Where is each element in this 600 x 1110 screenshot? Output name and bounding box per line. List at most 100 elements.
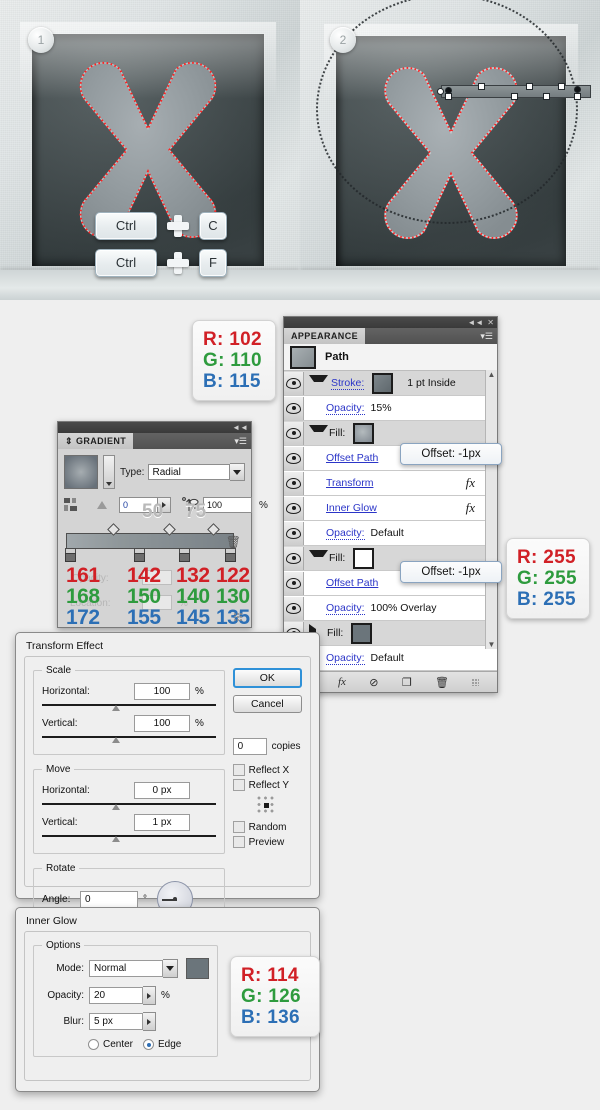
- chevron-down-icon-stroke[interactable]: [309, 375, 328, 391]
- edge-radio[interactable]: Edge: [143, 1039, 181, 1050]
- appearance-row-stroke-opacity[interactable]: Opacity: 15%: [284, 396, 497, 421]
- inner-glow-label[interactable]: Inner Glow: [326, 502, 377, 514]
- delete-item-trash-icon[interactable]: 🗑: [435, 676, 449, 689]
- stroke-color-swatch[interactable]: [372, 372, 394, 394]
- scroll-up-icon[interactable]: ▲: [488, 370, 496, 379]
- appearance-resize-grip[interactable]: [472, 678, 480, 686]
- appearance-titlebar[interactable]: ◄◄ ✕: [284, 317, 497, 328]
- gradient-ramp[interactable]: [66, 533, 234, 549]
- gradient-angle-value[interactable]: 0: [119, 497, 158, 513]
- mode-select[interactable]: Normal: [89, 960, 163, 977]
- gradient-type-value[interactable]: Radial: [148, 464, 230, 480]
- key-f[interactable]: F: [199, 249, 227, 277]
- scale-vertical-slider[interactable]: [42, 734, 216, 744]
- gradient-panel-titlebar[interactable]: ◄◄: [58, 422, 251, 433]
- gradient-panel-resize-grip[interactable]: [234, 613, 242, 621]
- blur-input[interactable]: 5 px: [89, 1013, 143, 1030]
- duplicate-item-icon[interactable]: ❐: [402, 676, 412, 689]
- key-ctrl-copy[interactable]: Ctrl: [95, 212, 157, 240]
- move-vertical-input[interactable]: 1 px: [134, 814, 190, 831]
- key-c[interactable]: C: [199, 212, 227, 240]
- close-icon[interactable]: ✕: [487, 318, 494, 327]
- transform-label[interactable]: Transform: [326, 477, 373, 489]
- visibility-eye-icon-fill2[interactable]: [284, 546, 304, 570]
- fill2-opacity-label[interactable]: Opacity:: [326, 602, 365, 615]
- tab-appearance[interactable]: APPEARANCE: [284, 328, 366, 344]
- reference-point-selector[interactable]: [257, 796, 278, 816]
- appearance-panel-menu-icon[interactable]: ▾☰: [480, 331, 493, 342]
- gradient-type-chevron-down-icon[interactable]: [230, 463, 245, 481]
- appearance-row-fill2-opacity[interactable]: Opacity: 100% Overlay: [284, 596, 497, 621]
- move-horizontal-input[interactable]: 0 px: [134, 782, 190, 799]
- gradient-panel[interactable]: ◄◄ ⇕ GRADIENT ▾☰ Type: Radial 0 100 % 50…: [57, 421, 268, 628]
- gradient-slider[interactable]: 🗑: [64, 523, 245, 563]
- tab-gradient[interactable]: ⇕ GRADIENT: [58, 433, 134, 449]
- appearance-row-fill1-opacity[interactable]: Opacity: Default: [284, 521, 497, 546]
- glow-opacity-stepper[interactable]: [143, 986, 156, 1005]
- visibility-eye-icon-offset1[interactable]: [284, 446, 304, 470]
- fill1-opacity-label[interactable]: Opacity:: [326, 527, 365, 540]
- appearance-scrollbar[interactable]: ▲ ▼: [485, 370, 497, 649]
- panel-menu-icon[interactable]: ▾☰: [234, 436, 247, 447]
- appearance-row-transform[interactable]: Transform fx: [284, 471, 497, 496]
- key-ctrl-paste[interactable]: Ctrl: [95, 249, 157, 277]
- object-swatch[interactable]: [290, 345, 316, 369]
- chevron-down-icon-fill1[interactable]: [309, 425, 328, 441]
- visibility-eye-icon-fill2-opacity[interactable]: [284, 596, 304, 620]
- gradient-stop-2[interactable]: [179, 548, 190, 562]
- appearance-row-stroke[interactable]: Stroke: 1 pt Inside: [284, 371, 497, 396]
- gradient-aspect-field[interactable]: 100: [203, 497, 252, 513]
- fill-gradient-swatch[interactable]: [353, 422, 375, 444]
- scale-horizontal-slider[interactable]: [42, 702, 216, 712]
- gradient-angle-field[interactable]: 0: [119, 497, 171, 513]
- add-new-effect-fx-icon[interactable]: fx: [338, 676, 346, 688]
- collapse-icon-appearance[interactable]: ◄◄: [467, 318, 483, 327]
- scale-horizontal-input[interactable]: 100: [134, 683, 190, 700]
- collapse-icon[interactable]: ◄◄: [232, 423, 248, 432]
- inner-glow-dialog[interactable]: Inner Glow Options Mode: Normal Opacity:…: [15, 907, 320, 1092]
- gradient-stop-0[interactable]: [65, 548, 76, 562]
- fill-white-swatch[interactable]: [353, 547, 375, 569]
- gradient-stop-3[interactable]: [225, 548, 236, 562]
- gradient-angle-stepper[interactable]: [158, 497, 171, 513]
- clear-appearance-icon[interactable]: ⊘: [369, 676, 378, 689]
- glow-opacity-input[interactable]: 20: [89, 987, 143, 1004]
- scroll-down-icon[interactable]: ▼: [488, 640, 496, 649]
- visibility-eye-icon-fill1-opacity[interactable]: [284, 521, 304, 545]
- visibility-eye-icon-offset2[interactable]: [284, 571, 304, 595]
- center-radio[interactable]: Center: [88, 1039, 133, 1050]
- gradient-aspect-value[interactable]: 100: [203, 497, 252, 513]
- visibility-eye-icon-transform[interactable]: [284, 471, 304, 495]
- delete-stop-icon[interactable]: 🗑: [226, 535, 241, 549]
- stroke-opacity-label[interactable]: Opacity:: [326, 402, 365, 415]
- offset-path-label-1[interactable]: Offset Path: [326, 452, 378, 464]
- appearance-object-row[interactable]: Path: [284, 344, 497, 371]
- reflect-y-checkbox[interactable]: Reflect Y: [232, 779, 302, 791]
- move-horizontal-slider[interactable]: [42, 801, 216, 811]
- blur-stepper[interactable]: [143, 1012, 156, 1031]
- appearance-tabbar[interactable]: APPEARANCE ▾☰: [284, 328, 497, 344]
- angle-input[interactable]: 0: [80, 890, 138, 908]
- reverse-gradient-icon[interactable]: [64, 498, 81, 512]
- visibility-eye-icon-fill1[interactable]: [284, 421, 304, 445]
- random-checkbox[interactable]: Random: [232, 821, 302, 833]
- chevron-down-icon-fill2[interactable]: [309, 550, 328, 566]
- cancel-button[interactable]: Cancel: [232, 695, 302, 713]
- fill3-opacity-label[interactable]: Opacity:: [326, 652, 365, 665]
- appearance-row-inner-glow[interactable]: Inner Glow fx: [284, 496, 497, 521]
- gradient-preview-swatch[interactable]: [64, 455, 98, 489]
- copies-input[interactable]: 0: [232, 738, 267, 755]
- ok-button[interactable]: OK: [232, 668, 302, 688]
- fill-gray-swatch[interactable]: [351, 622, 373, 644]
- preview-checkbox[interactable]: Preview: [232, 836, 302, 848]
- scale-vertical-input[interactable]: 100: [134, 715, 190, 732]
- offset-path-label-2[interactable]: Offset Path: [326, 577, 378, 589]
- gradient-preset-dropdown[interactable]: [103, 455, 115, 489]
- stroke-label[interactable]: Stroke:: [331, 377, 365, 390]
- visibility-eye-icon-stroke[interactable]: [284, 371, 304, 395]
- transform-effect-dialog[interactable]: Transform Effect Scale Horizontal: 100 %…: [15, 632, 320, 926]
- gradient-stop-1[interactable]: [134, 548, 145, 562]
- move-vertical-slider[interactable]: [42, 833, 216, 843]
- mode-chevron-down-icon[interactable]: [163, 959, 178, 978]
- gradient-tabbar[interactable]: ⇕ GRADIENT ▾☰: [58, 433, 251, 449]
